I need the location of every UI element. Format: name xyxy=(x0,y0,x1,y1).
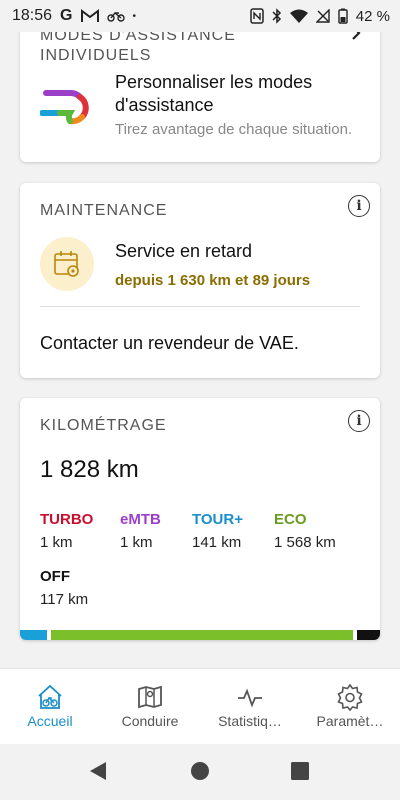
card-title-mileage: KILOMÉTRAGE xyxy=(40,417,167,434)
mode-name: eMTB xyxy=(120,511,161,528)
maintenance-overdue-text: depuis 1 630 km et 89 jours xyxy=(115,272,311,289)
contact-dealer-link[interactable]: Contacter un revendeur de VAE. xyxy=(40,333,299,354)
total-mileage: 1 828 km xyxy=(40,456,139,483)
mode-value: 1 568 km xyxy=(274,534,336,551)
system-navigation-bar xyxy=(0,744,400,800)
nav-item-home[interactable]: Accueil xyxy=(0,669,100,745)
divider xyxy=(40,306,360,307)
mileage-card: KILOMÉTRAGE i 1 828 km TURBO 1 km eMTB 1… xyxy=(20,398,380,640)
service-calendar-icon xyxy=(40,237,94,291)
no-signal-icon xyxy=(315,9,330,23)
mode-off: OFF 117 km xyxy=(40,568,88,608)
nav-label: Statistiq… xyxy=(218,713,282,729)
mileage-bar-tour-plus xyxy=(20,630,47,640)
nfc-icon xyxy=(250,8,264,24)
mode-value: 1 km xyxy=(40,534,73,551)
mode-value: 117 km xyxy=(40,591,89,608)
clock: 18:56 xyxy=(12,7,53,24)
mode-name: OFF xyxy=(40,568,70,585)
maintenance-card: MAINTENANCE i Service en retard depuis 1… xyxy=(20,183,380,378)
nav-item-ride[interactable]: Conduire xyxy=(100,669,200,745)
maintenance-heading: Service en retard xyxy=(115,241,253,261)
gear-icon xyxy=(336,683,364,712)
battery-icon xyxy=(338,8,348,24)
mode-emtb: eMTB 1 km xyxy=(120,511,161,551)
mode-eco: ECO 1 568 km xyxy=(274,511,336,551)
home-icon[interactable] xyxy=(190,760,210,787)
main-content: MODES D'ASSISTANCE INDIVIDUELS Personnal… xyxy=(0,0,400,668)
mode-value: 1 km xyxy=(120,534,153,551)
card-title-maintenance: MAINTENANCE xyxy=(40,202,168,219)
nav-label: Accueil xyxy=(27,713,73,729)
mode-tour-plus: TOUR+ 141 km xyxy=(192,511,243,551)
mode-name: ECO xyxy=(274,511,307,528)
activity-icon xyxy=(236,683,264,711)
mileage-bar-off xyxy=(357,630,380,640)
status-bar: 18:56 G • 42 % xyxy=(0,0,400,32)
card-title-assistance-modes: MODES D'ASSISTANCE INDIVIDUELS xyxy=(40,27,236,64)
bike-home-icon xyxy=(36,683,64,711)
info-icon[interactable]: i xyxy=(348,195,370,217)
google-icon: G xyxy=(60,7,73,24)
assistance-modes-subtitle: Tirez avantage de chaque situation. xyxy=(115,121,353,138)
info-icon[interactable]: i xyxy=(348,410,370,432)
map-icon xyxy=(136,683,164,711)
notification-dot: • xyxy=(132,10,137,22)
assistance-modes-heading: Personnaliser les modes d'assistance xyxy=(115,72,313,115)
nav-item-settings[interactable]: Paramèt… xyxy=(300,669,400,745)
nav-label: Conduire xyxy=(121,713,179,729)
nav-item-statistics[interactable]: Statistiq… xyxy=(200,669,300,745)
nav-label: Paramèt… xyxy=(316,713,384,729)
bottom-navigation: Accueil Conduire Statistiq… Paramèt… xyxy=(0,668,400,745)
back-icon[interactable] xyxy=(88,760,108,787)
assistance-modes-logo-icon xyxy=(39,83,100,125)
mode-name: TOUR+ xyxy=(192,511,243,528)
mode-turbo: TURBO 1 km xyxy=(40,511,93,551)
battery-percentage: 42 % xyxy=(355,7,390,25)
mileage-bar-eco xyxy=(51,630,353,640)
mode-value: 141 km xyxy=(192,534,242,551)
wifi-icon xyxy=(289,9,308,23)
mode-name: TURBO xyxy=(40,511,94,528)
bike-notification-icon xyxy=(106,10,125,22)
gmail-icon xyxy=(80,9,99,23)
recents-icon[interactable] xyxy=(290,760,310,787)
bluetooth-icon xyxy=(272,8,282,24)
